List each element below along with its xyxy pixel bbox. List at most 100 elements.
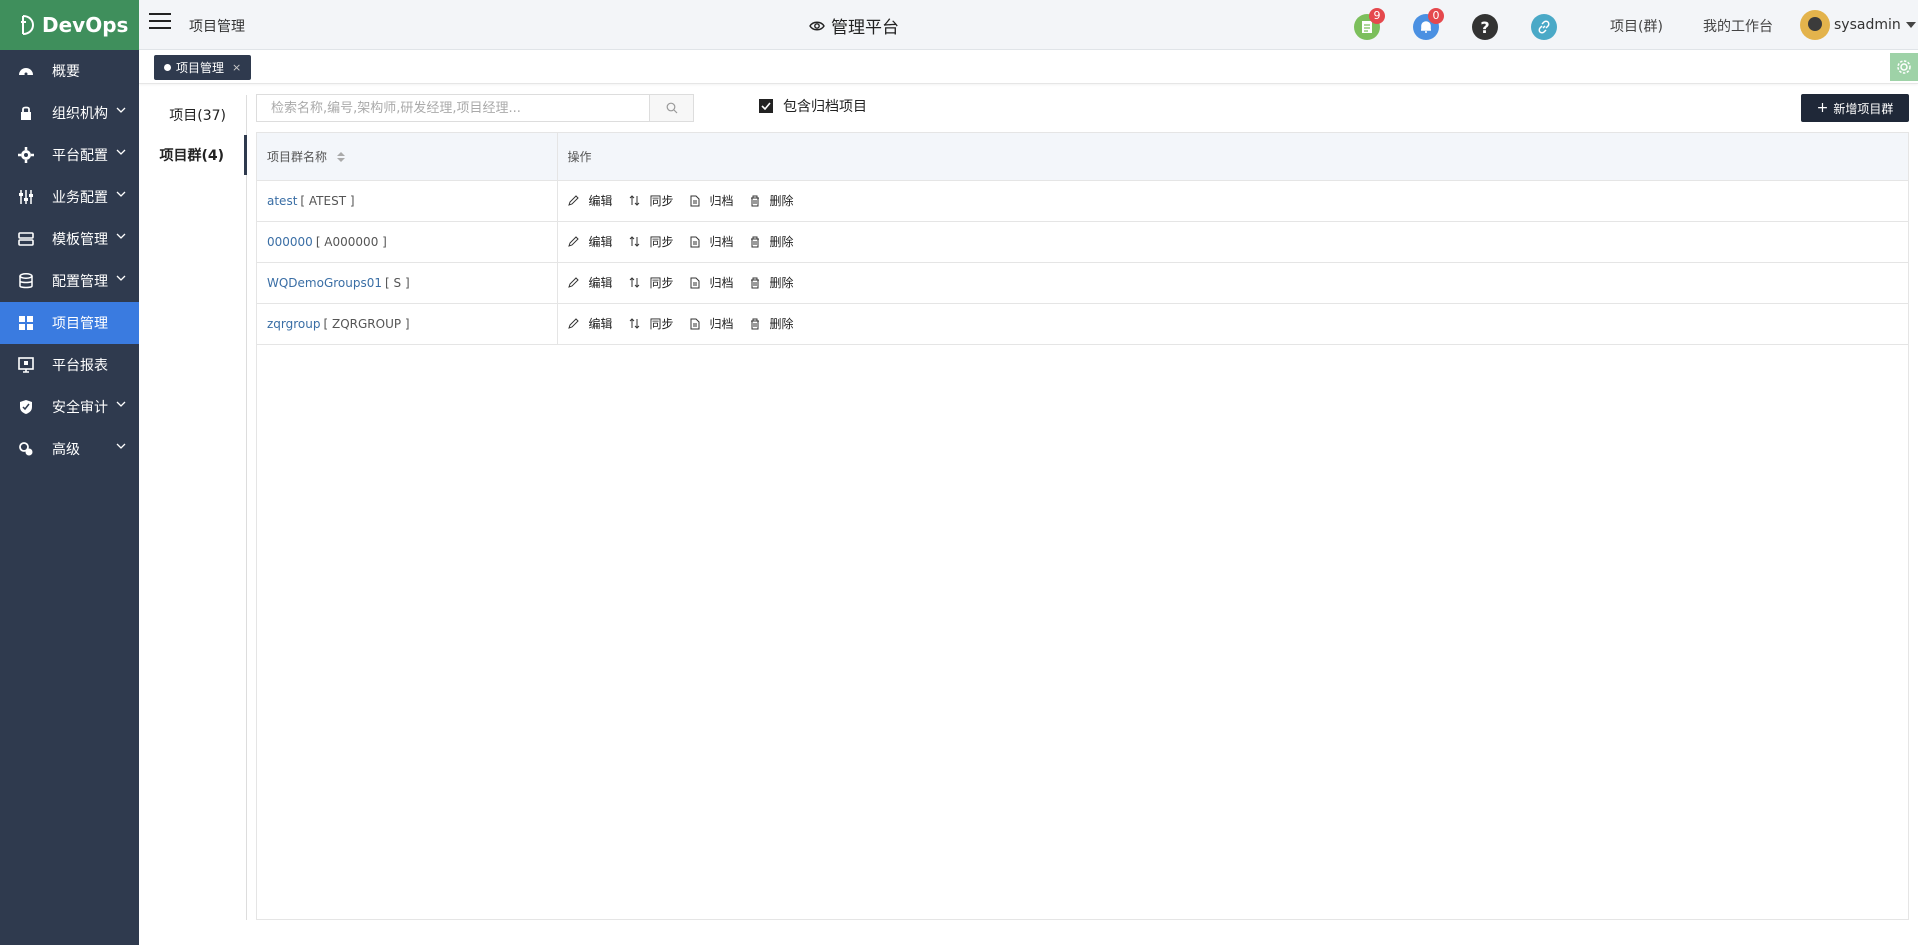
column-header-actions: 操作 [557,133,1908,181]
sidebar-item-6[interactable]: 项目管理 [0,302,139,344]
checkbox-checked-icon[interactable] [759,99,773,113]
group-code: [ ATEST ] [300,193,355,208]
column-header-name-label: 项目群名称 [267,149,328,164]
archive-icon [690,236,705,248]
database-icon [18,273,34,289]
project-groups-link[interactable]: 项目(群) [1610,16,1663,36]
sidebar-item-0[interactable]: 概要 [0,50,139,92]
edit-button[interactable]: 编辑 [567,192,613,209]
trash-icon [750,318,765,330]
link-icon[interactable] [1531,14,1557,40]
shield-icon [18,399,34,415]
dashboard-icon [18,63,34,79]
table-row: 000000[ A000000 ] 编辑 同步 归档 删除 [257,221,1908,263]
eye-icon [809,21,825,30]
sidebar-item-7[interactable]: 平台报表 [0,344,139,386]
group-name-link[interactable]: zqrgroup [267,317,321,331]
search-input[interactable] [257,95,649,121]
archive-label: 归档 [709,194,734,208]
column-header-name[interactable]: 项目群名称 [257,133,558,181]
pencil-icon [567,236,584,247]
sync-label: 同步 [649,317,674,331]
subnav-project-groups[interactable]: 项目群(4) [139,135,247,175]
sidebar: DevOps 概要组织机构 平台配置 业务配置 模板管理配置管理项目管理平台报表安全审… [0,0,139,945]
group-code: [ A000000 ] [315,234,387,249]
sync-button[interactable]: 同步 [629,192,674,209]
delete-label: 删除 [769,276,794,290]
devops-logo-icon [21,15,35,35]
help-icon[interactable]: ? [1472,14,1498,40]
page-tabs-bar: 项目管理 × [139,50,1918,84]
sync-button[interactable]: 同步 [629,315,674,332]
sidebar-item-label: 配置管理 [52,274,108,290]
sidebar-item-9[interactable]: 高级 [0,428,139,470]
actions-cell: 编辑 同步 归档 删除 [557,303,1908,345]
sidebar-item-label: 高级 [52,442,80,458]
my-workspace-link[interactable]: 我的工作台 [1703,16,1773,36]
sidebar-item-label: 概要 [52,64,80,80]
search-button[interactable] [649,95,693,121]
group-name-link[interactable]: atest [267,194,297,208]
sync-icon [629,318,645,329]
platform-title-text: 管理平台 [831,18,899,38]
sync-button[interactable]: 同步 [629,274,674,291]
edit-button[interactable]: 编辑 [567,315,613,332]
platform-title: 管理平台 [809,13,899,38]
sliders-icon [18,189,34,205]
active-dot-icon [164,64,171,71]
delete-button[interactable]: 删除 [750,192,794,209]
bell-icon[interactable]: 0 [1413,8,1444,40]
archive-button[interactable]: 归档 [690,274,734,291]
bell-count-badge: 0 [1428,8,1444,24]
sort-icon[interactable] [336,151,345,163]
tab-close-icon[interactable]: × [232,61,241,74]
pencil-icon [567,318,584,329]
table-row: atest[ ATEST ] 编辑 同步 归档 删除 [257,180,1908,222]
avatar [1800,10,1830,40]
add-project-group-button[interactable]: + 新增项目群 [1801,94,1909,122]
archive-button[interactable]: 归档 [690,233,734,250]
brand-logo[interactable]: DevOps [0,0,139,50]
include-archived-checkbox[interactable]: 包含归档项目 [759,96,867,116]
template-icon [18,231,34,247]
document-count-badge: 9 [1369,8,1385,24]
archive-icon [690,195,705,207]
menu-toggle-icon[interactable] [149,13,171,33]
edit-label: 编辑 [588,194,613,208]
group-name-link[interactable]: WQDemoGroups01 [267,276,382,290]
sidebar-item-4[interactable]: 模板管理 [0,218,139,260]
sidebar-item-label: 项目管理 [52,316,108,332]
sidebar-item-label: 安全审计 [52,400,108,416]
delete-label: 删除 [769,194,794,208]
document-icon[interactable]: 9 [1354,8,1385,40]
archive-button[interactable]: 归档 [690,315,734,332]
project-group-table: 项目群名称 操作 atest[ ATEST ] 编辑 同步 归档 删除 000000[ A… [256,132,1909,920]
archive-label: 归档 [709,317,734,331]
sidebar-item-3[interactable]: 业务配置 [0,176,139,218]
tab-project-management[interactable]: 项目管理 × [154,55,252,80]
archive-button[interactable]: 归档 [690,192,734,209]
sync-button[interactable]: 同步 [629,233,674,250]
subnav-projects[interactable]: 项目(37) [139,95,246,135]
edit-button[interactable]: 编辑 [567,274,613,291]
edit-label: 编辑 [588,276,613,290]
user-menu[interactable]: sysadmin [1800,10,1916,40]
group-name-link[interactable]: 000000 [267,235,313,249]
actions-cell: 编辑 同步 归档 删除 [557,221,1908,263]
table-header-row: 项目群名称 操作 [257,133,1908,181]
settings-gear-icon[interactable] [1890,53,1918,81]
pencil-icon [567,195,584,206]
sidebar-item-2[interactable]: 平台配置 [0,134,139,176]
sidebar-item-8[interactable]: 安全审计 [0,386,139,428]
delete-button[interactable]: 删除 [750,233,794,250]
sidebar-item-1[interactable]: 组织机构 [0,92,139,134]
search-icon [666,102,677,114]
caret-down-icon [1905,22,1916,28]
sidebar-item-5[interactable]: 配置管理 [0,260,139,302]
delete-button[interactable]: 删除 [750,315,794,332]
group-code: [ S ] [385,275,410,290]
edit-button[interactable]: 编辑 [567,233,613,250]
sync-icon [629,277,645,288]
delete-button[interactable]: 删除 [750,274,794,291]
top-header: 项目管理 管理平台 9 0 ? 项目(群) 我的工作台 sysadmin [139,0,1918,50]
